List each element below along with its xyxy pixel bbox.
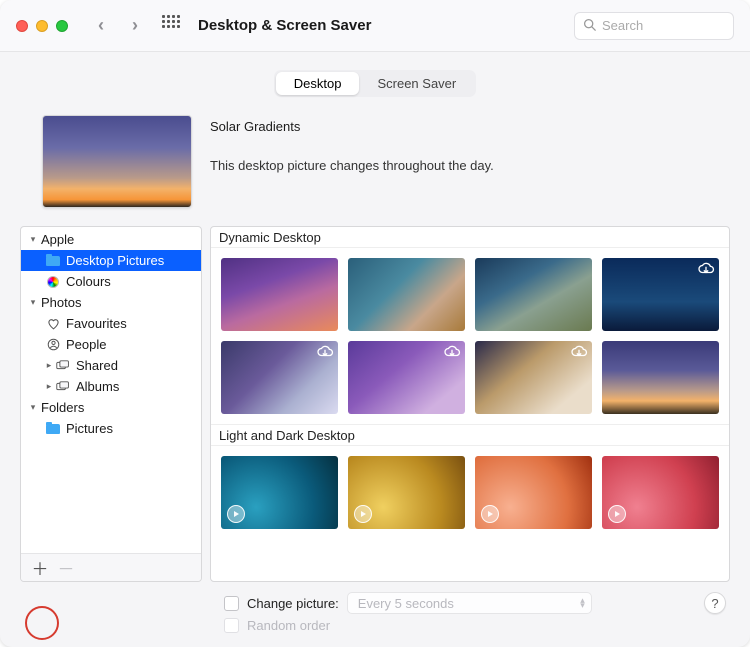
add-remove-bar: ＋ －: [21, 553, 201, 581]
folder-icon: [45, 422, 61, 436]
wallpaper-thumb[interactable]: [221, 456, 338, 529]
wallpaper-thumb[interactable]: [602, 456, 719, 529]
sidebar-item-people[interactable]: People: [21, 334, 201, 355]
sidebar-item-desktop-pictures[interactable]: Desktop Pictures: [21, 250, 201, 271]
titlebar: ‹ › Desktop & Screen Saver: [0, 0, 750, 52]
sidebar-item-pictures-folder[interactable]: Pictures: [21, 418, 201, 439]
source-sidebar: ▾ Apple Desktop Pictures Colours ▾ Photo…: [20, 226, 202, 582]
group-photos[interactable]: ▾ Photos: [21, 292, 201, 313]
person-circle-icon: [45, 338, 61, 352]
minimize-window-button[interactable]: [36, 20, 48, 32]
tab-screen-saver[interactable]: Screen Saver: [359, 72, 474, 95]
wallpaper-grid: Dynamic Desktop: [210, 226, 730, 582]
window-controls: [16, 20, 68, 32]
sidebar-item-label: Albums: [76, 379, 119, 394]
search-field-wrapper[interactable]: [574, 12, 734, 40]
group-label: Folders: [41, 400, 84, 415]
disclosure-down-icon: ▾: [27, 297, 39, 308]
search-icon: [583, 18, 596, 34]
source-tree: ▾ Apple Desktop Pictures Colours ▾ Photo…: [21, 227, 201, 553]
change-picture-label: Change picture:: [247, 596, 339, 611]
preferences-window: ‹ › Desktop & Screen Saver Desktop Scree…: [0, 0, 750, 647]
sidebar-item-colours[interactable]: Colours: [21, 271, 201, 292]
interval-value: Every 5 seconds: [358, 596, 454, 611]
sidebar-item-label: Colours: [66, 274, 111, 289]
preview-row: Solar Gradients This desktop picture cha…: [20, 115, 730, 208]
wallpaper-thumb[interactable]: [475, 341, 592, 414]
heart-icon: [45, 317, 61, 331]
wallpaper-thumb[interactable]: [348, 456, 465, 529]
group-apple[interactable]: ▾ Apple: [21, 229, 201, 250]
help-button[interactable]: ?: [704, 592, 726, 614]
search-input[interactable]: [602, 18, 725, 33]
sidebar-item-shared[interactable]: ▸ Shared: [21, 355, 201, 376]
wallpaper-description: This desktop picture changes throughout …: [210, 158, 494, 173]
main-row: ▾ Apple Desktop Pictures Colours ▾ Photo…: [20, 226, 730, 582]
shared-icon: [55, 359, 71, 373]
sidebar-item-label: Pictures: [66, 421, 113, 436]
albums-icon: [55, 380, 71, 394]
wallpaper-thumb[interactable]: [602, 341, 719, 414]
wallpaper-preview: [42, 115, 192, 208]
random-order-label: Random order: [247, 618, 330, 633]
dynamic-thumbnails: [211, 248, 729, 424]
tab-group: Desktop Screen Saver: [274, 70, 476, 97]
lightdark-thumbnails: [211, 446, 729, 539]
random-order-checkbox[interactable]: [224, 618, 239, 633]
bottom-controls: Change picture: Every 5 seconds ▴▾ ?: [20, 582, 730, 614]
group-label: Photos: [41, 295, 81, 310]
show-all-icon[interactable]: [162, 15, 184, 37]
wallpaper-thumb[interactable]: [348, 258, 465, 331]
remove-folder-button[interactable]: －: [53, 557, 79, 579]
wallpaper-thumb[interactable]: [475, 258, 592, 331]
group-folders[interactable]: ▾ Folders: [21, 397, 201, 418]
download-icon: [697, 262, 715, 276]
wallpaper-thumb[interactable]: [348, 341, 465, 414]
sidebar-item-label: Favourites: [66, 316, 127, 331]
sidebar-item-label: People: [66, 337, 106, 352]
folder-icon: [45, 254, 61, 268]
wallpaper-thumb[interactable]: [221, 258, 338, 331]
disclosure-down-icon: ▾: [27, 234, 39, 245]
wallpaper-thumb[interactable]: [221, 341, 338, 414]
wallpaper-name: Solar Gradients: [210, 119, 494, 134]
tab-desktop[interactable]: Desktop: [276, 72, 360, 95]
interval-popup[interactable]: Every 5 seconds ▴▾: [347, 592, 592, 614]
group-label: Apple: [41, 232, 74, 247]
sidebar-item-label: Desktop Pictures: [66, 253, 164, 268]
disclosure-down-icon: ▾: [27, 402, 39, 413]
section-dynamic-header: Dynamic Desktop: [211, 227, 729, 248]
download-icon: [443, 345, 461, 359]
body: Desktop Screen Saver Solar Gradients Thi…: [0, 52, 750, 647]
add-folder-button[interactable]: ＋: [27, 557, 53, 579]
window-title: Desktop & Screen Saver: [198, 17, 371, 34]
disclosure-right-icon: ▸: [43, 381, 55, 392]
zoom-window-button[interactable]: [56, 20, 68, 32]
download-icon: [570, 345, 588, 359]
nav-buttons: ‹ ›: [88, 13, 148, 39]
sidebar-item-albums[interactable]: ▸ Albums: [21, 376, 201, 397]
section-lightdark-header: Light and Dark Desktop: [211, 424, 729, 446]
forward-button[interactable]: ›: [122, 13, 148, 39]
disclosure-right-icon: ▸: [43, 360, 55, 371]
wallpaper-thumb[interactable]: [602, 258, 719, 331]
download-icon: [316, 345, 334, 359]
stepper-icon: ▴▾: [580, 598, 585, 608]
back-button[interactable]: ‹: [88, 13, 114, 39]
sidebar-item-favourites[interactable]: Favourites: [21, 313, 201, 334]
sidebar-item-label: Shared: [76, 358, 118, 373]
close-window-button[interactable]: [16, 20, 28, 32]
wallpaper-thumb[interactable]: [475, 456, 592, 529]
change-picture-checkbox[interactable]: [224, 596, 239, 611]
color-wheel-icon: [45, 275, 61, 289]
